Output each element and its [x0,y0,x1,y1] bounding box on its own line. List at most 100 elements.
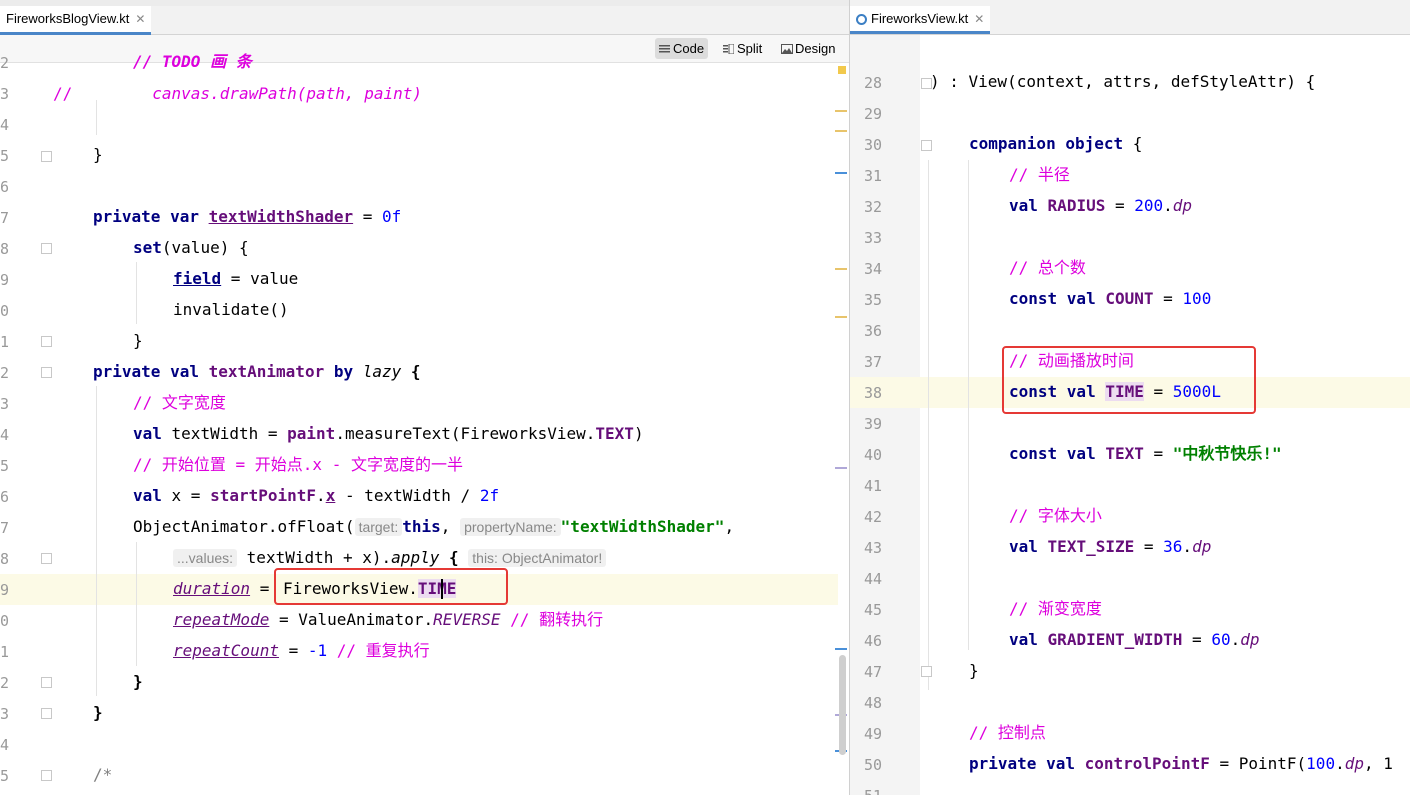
closing-brace: } [93,703,103,722]
design-view-button[interactable]: Design [777,38,839,59]
function-name: apply [391,548,440,567]
operator: = [1182,630,1212,649]
fold-marker-icon[interactable] [41,677,52,688]
code-text: ObjectAnimator.ofFloat( [133,517,355,536]
line-number: 51 [850,787,882,795]
comment: /* [93,765,113,784]
line-number: 37 [863,353,882,371]
number-literal: 2f [479,486,500,505]
split-view-button[interactable]: Split [719,38,766,59]
code-line: val RADIUS = 200.dp [1009,196,1192,216]
fold-marker-icon[interactable] [41,367,52,378]
operator: = [1143,444,1173,463]
keyword: by [333,362,354,381]
fold-marker-icon[interactable] [41,770,52,781]
code-line: invalidate() [173,300,289,320]
code-text: (value) { [161,238,249,257]
code-line: } [93,145,103,165]
keyword: val [133,486,162,505]
property-name: startPointF [210,486,317,505]
indent-guide [136,262,137,324]
closing-brace: } [969,661,979,680]
code-line: // 渐变宽度 [1009,599,1102,619]
code-text: textWidth + x). [246,548,392,567]
error-stripe-mark[interactable] [835,172,847,174]
fold-marker-icon[interactable] [921,140,932,151]
line-number: 32 [863,198,882,216]
property-name: duration [173,579,251,598]
keyword: val [1009,537,1038,556]
fold-marker-icon[interactable] [41,708,52,719]
line-number: 30 [863,136,882,154]
line-number: 9 [0,581,10,599]
code-text: . [1163,196,1173,215]
close-icon[interactable]: ✕ [974,12,984,26]
error-stripe-mark[interactable] [835,268,847,270]
line-number: 3 [0,705,10,723]
extension-property: dp [1344,754,1364,773]
keyword: private val [93,362,199,381]
line-number: 8 [0,550,10,568]
design-view-label: Design [795,41,836,56]
operator: = [1153,289,1183,308]
error-stripe-mark[interactable] [835,130,847,132]
operator: = [1105,196,1135,215]
operator: = [278,641,308,660]
indent-guide [928,160,929,690]
line-number: 42 [863,508,882,526]
tab-fireworks-blog-view[interactable]: FireworksBlogView.kt ✕ [0,6,152,35]
fold-marker-icon[interactable] [921,666,932,677]
fold-marker-icon[interactable] [41,336,52,347]
keyword: private var [93,207,199,226]
number-literal: 60 [1211,630,1231,649]
code-line: ...values: textWidth + x).apply { this: … [173,548,607,568]
line-number: 8 [0,240,10,258]
number-literal: 100 [1182,289,1212,308]
error-stripe-mark[interactable] [835,110,847,112]
comment: // 翻转执行 [510,610,604,629]
code-line: val TEXT_SIZE = 36.dp [1009,537,1211,557]
comment: // 重复执行 [336,641,430,660]
line-number: 33 [863,229,882,247]
tab-fireworks-view[interactable]: FireworksView.kt ✕ [850,6,991,34]
code-line: // 控制点 [969,723,1046,743]
line-number: 1 [0,643,10,661]
line-number: 43 [863,539,882,557]
line-number: 50 [863,756,882,774]
todo-comment: // TODO 画 条 [133,52,252,71]
fold-marker-icon[interactable] [41,243,52,254]
keyword: field [173,269,222,288]
code-line: /* [93,765,112,785]
line-number: 45 [863,601,882,619]
error-stripe-mark[interactable] [835,467,847,469]
code-line: repeatCount = -1 // 重复执行 [173,641,430,661]
property-name: repeatCount [173,641,279,660]
operator: = [1134,537,1164,556]
fold-marker-icon[interactable] [41,151,52,162]
fold-marker-icon[interactable] [41,553,52,564]
code-text: textWidth = [161,424,288,443]
parameter-hint: propertyName: [460,518,561,536]
close-icon[interactable]: ✕ [135,12,145,26]
constant-name: REVERSE [433,610,501,629]
highlight-box [274,568,508,605]
opening-brace: { [1123,134,1143,153]
code-view-button[interactable]: Code [655,38,709,59]
error-stripe-mark[interactable] [835,648,847,650]
comment: // 渐变宽度 [1009,599,1102,618]
line-number: 39 [863,415,882,433]
parameter-hint: ...values: [173,549,238,567]
line-number: 3 [0,85,10,103]
string-literal: "中秋节快乐!" [1172,444,1282,463]
code-line: } [133,672,143,692]
code-line: // 字体大小 [1009,506,1102,526]
code-text: . [1335,754,1345,773]
line-number: 44 [863,570,882,588]
error-stripe-mark[interactable] [835,316,847,318]
code-line: private val controlPointF = PointF(100.d… [969,754,1393,774]
warning-indicator-icon[interactable] [838,66,846,74]
vertical-scrollbar[interactable] [839,655,846,755]
code-line: } [969,661,979,681]
string-literal: "textWidthShader" [560,517,725,536]
right-editor-pane: FireworksView.kt ✕ 28 29 30 31 32 33 34 35 36 37 38… [850,0,1410,795]
